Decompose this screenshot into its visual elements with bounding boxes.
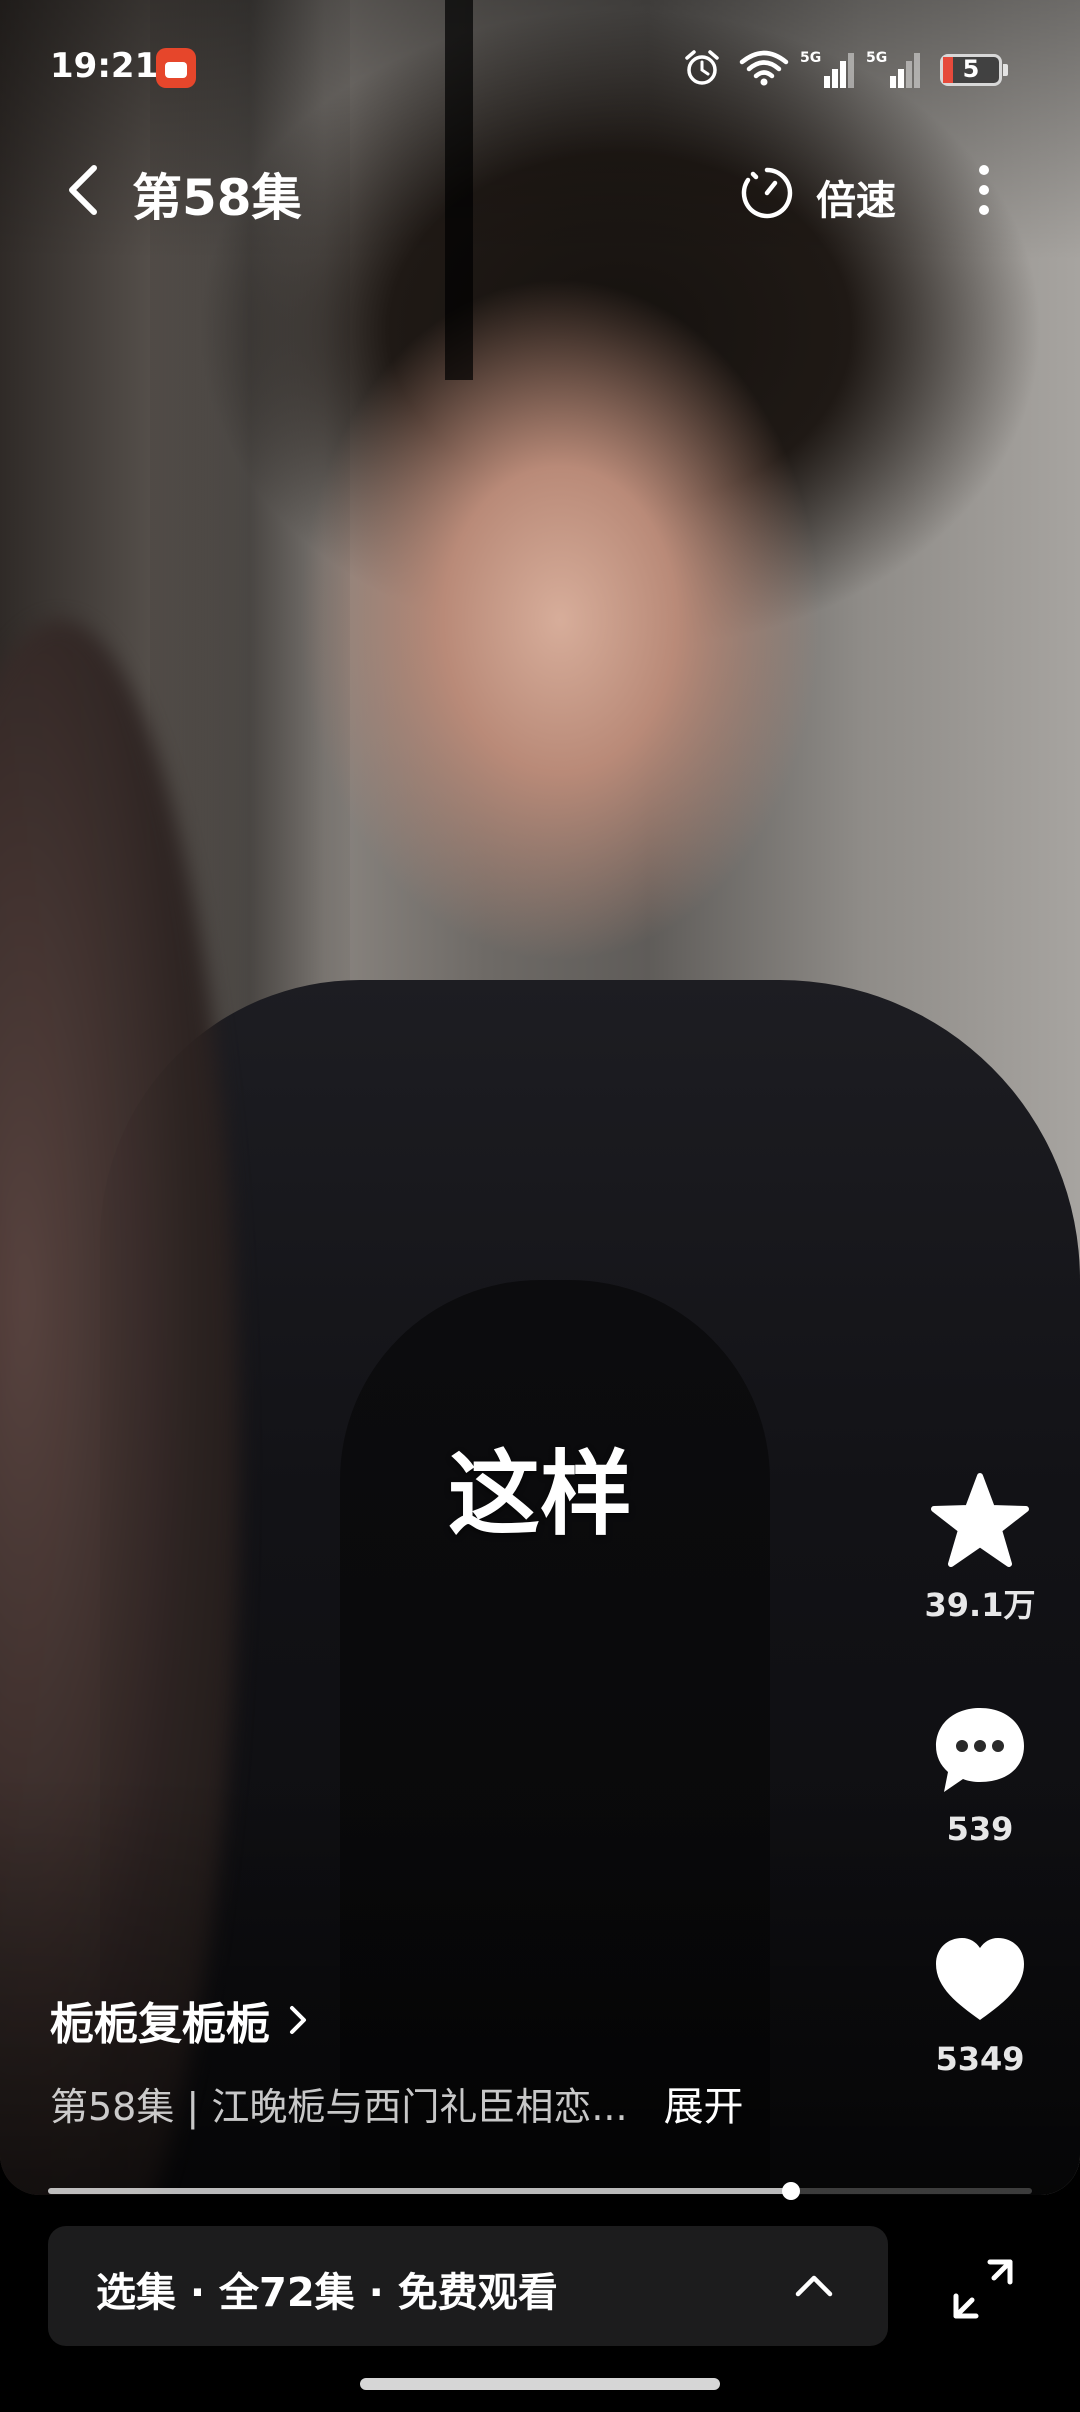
signal-label: 5G [800, 50, 821, 66]
signal-label: 5G [866, 50, 887, 66]
speed-label: 倍速 [816, 178, 896, 224]
video-subtitle: 这样 [447, 1440, 632, 1548]
alarm-icon [685, 50, 719, 85]
fullscreen-icon[interactable] [950, 2256, 1016, 2322]
episode-selector-label: 选集 · 全72集 · 免费观看 [96, 2270, 558, 2316]
speed-dial-icon [741, 167, 793, 219]
like-count: 5349 [935, 2040, 1025, 2078]
episode-description: 第58集 | 江晚栀与西门礼臣相恋... [50, 2084, 628, 2129]
more-vertical-icon[interactable] [956, 152, 1012, 228]
star-icon [931, 1473, 1029, 1567]
speed-button[interactable]: 倍速 [736, 154, 916, 226]
drama-name: 栀栀复栀栀 [50, 1999, 270, 2050]
episode-selector-button[interactable]: 选集 · 全72集 · 免费观看 [48, 2226, 888, 2346]
video-player[interactable] [0, 0, 1080, 2195]
signal-5g-icon: 5G [800, 50, 854, 88]
comment-bubble-icon [936, 1708, 1024, 1792]
collect-button[interactable]: 39.1万 [920, 1470, 1040, 1626]
expand-button[interactable]: 展开 [664, 2074, 744, 2132]
chevron-right-icon [290, 2006, 306, 2034]
comment-button[interactable]: 539 [920, 1700, 1040, 1848]
wifi-icon [739, 50, 789, 86]
home-indicator[interactable] [360, 2378, 720, 2390]
screen: 19:21 5G 5G 5 第58集 倍速 这样 39.1万 539 5349 … [0, 0, 1080, 2412]
status-time: 19:21 [50, 46, 159, 86]
drama-name-link[interactable]: 栀栀复栀栀 [50, 1990, 310, 2050]
chevron-left-icon[interactable] [50, 154, 120, 226]
description-row: 第58集 | 江晚栀与西门礼臣相恋... 展开 [50, 2078, 830, 2130]
comment-count: 539 [946, 1810, 1014, 1848]
progress-bar[interactable] [48, 2182, 1032, 2200]
bottom-gradient [0, 1775, 1080, 2195]
collect-count: 39.1万 [924, 1586, 1036, 1624]
status-bar: 19:21 5G 5G 5 [0, 40, 1080, 104]
episode-title: 第58集 [132, 169, 302, 227]
battery-level: 5 [962, 55, 980, 83]
chevron-up-icon [795, 2275, 833, 2297]
like-button[interactable]: 5349 [920, 1930, 1040, 2078]
heart-icon [936, 1938, 1024, 2020]
battery-icon: 5 [940, 54, 1008, 86]
top-nav: 第58集 倍速 [0, 140, 1080, 240]
progress-fill [48, 2188, 791, 2194]
app-notification-icon [156, 48, 196, 88]
progress-thumb[interactable] [781, 2182, 800, 2200]
signal-5g-icon: 5G [866, 50, 920, 88]
